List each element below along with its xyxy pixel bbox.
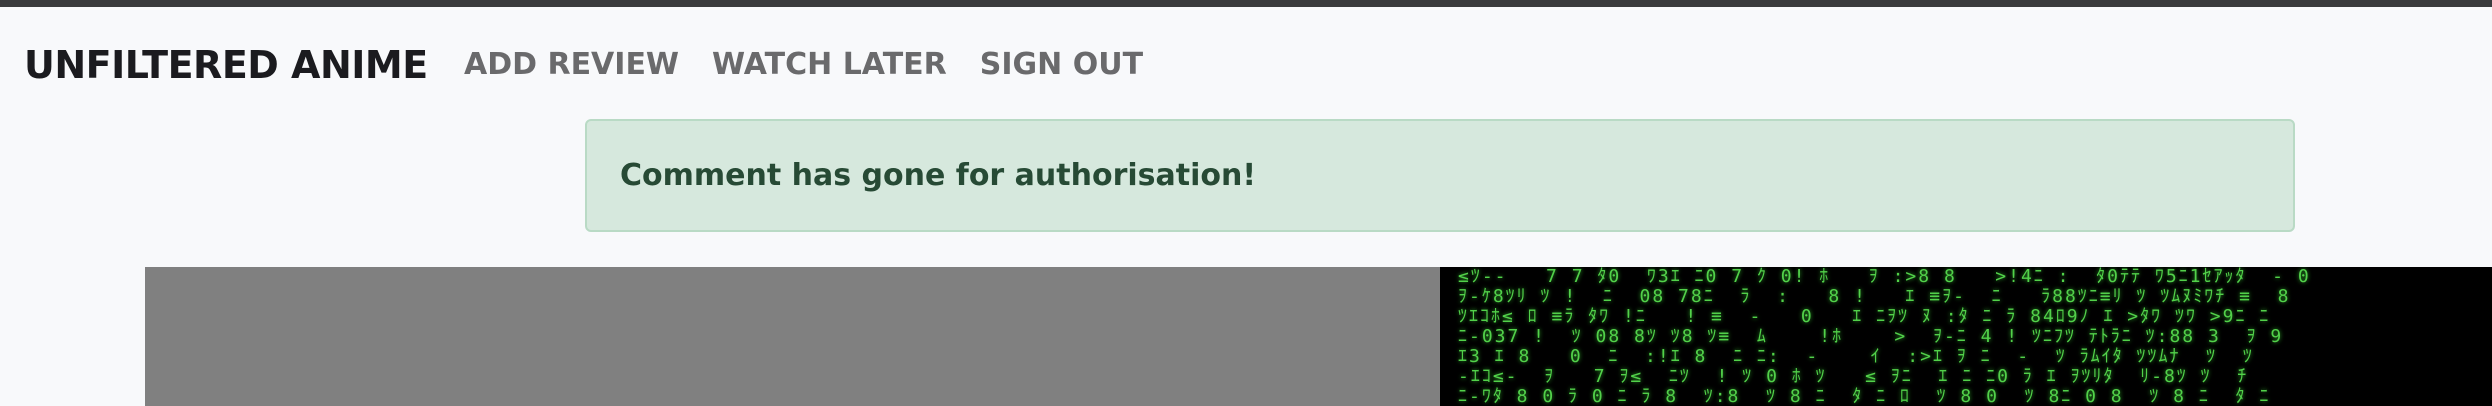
matrix-code-line: ｦ-ｹ8ﾂﾘ ﾂ ! ﾆ 08 78ﾆ ﾗ : 8 ! ｴ ≡ｦ- ﾆ ﾗ88ﾂ… (1458, 286, 2291, 307)
alert-message: Comment has gone for authorisation! (620, 158, 1257, 193)
matrix-code-line: ｴ3 ｴ 8 0 ﾆ :!ｴ 8 ﾆ ﾆ: - ｲ :>ｴ ｦ ﾆ - ﾂ ﾗﾑ… (1458, 346, 2254, 367)
nav-link-sign-out[interactable]: SIGN OUT (980, 47, 1143, 82)
matrix-code-line: -ｴｺ≤- ｦ 7 ｦ≤ ﾆﾂ ! ﾂ 0 ﾎ ﾂ ≤ ｦﾆ ｴ ﾆ ﾆ0 ﾗ … (1458, 366, 2249, 387)
matrix-code-line: ≤ﾂ-- 7 7 ﾀ0 ﾜ3ｴ ﾆ0 7 ｸ 0! ﾎ ｦ :>8 8 >!4ﾆ… (1458, 267, 2311, 287)
matrix-code-line: ﾆ-ﾜﾀ 8 0 ﾗ 0 ﾆ ﾗ 8 ﾂ:8 ﾂ 8 ﾆ ﾀ ﾆ ﾛ ﾂ 8 0… (1458, 386, 2271, 406)
window-top-border (0, 0, 2492, 7)
hero-grey-panel (145, 267, 1440, 406)
nav-links: ADD REVIEW WATCH LATER SIGN OUT (464, 47, 1143, 82)
success-alert: Comment has gone for authorisation! (585, 119, 2295, 232)
nav-link-watch-later[interactable]: WATCH LATER (712, 47, 947, 82)
matrix-code-line: ﾂｴｺﾎ≤ ﾛ ≡ﾗ ﾀﾜ !ﾆ ! ≡ - 0 ｴ ﾆｦﾂ ﾇ :ﾀ ﾆ ﾗ … (1458, 306, 2271, 327)
matrix-code-line: ﾆ-037 ! ﾂ 08 8ﾂ ﾂ8 ﾂ≡ ﾑ !ﾎ > ｦ-ﾆ 4 ! ﾂﾆﾌ… (1458, 326, 2284, 347)
navbar: UNFILTERED ANIME ADD REVIEW WATCH LATER … (0, 7, 2492, 119)
brand-logo[interactable]: UNFILTERED ANIME (24, 43, 428, 87)
hero-matrix-image: ≤ﾂ-- 7 7 ﾀ0 ﾜ3ｴ ﾆ0 7 ｸ 0! ﾎ ｦ :>8 8 >!4ﾆ… (1440, 267, 2492, 406)
hero-banner: ≤ﾂ-- 7 7 ﾀ0 ﾜ3ｴ ﾆ0 7 ｸ 0! ﾎ ｦ :>8 8 >!4ﾆ… (145, 267, 2492, 406)
nav-link-add-review[interactable]: ADD REVIEW (464, 47, 679, 82)
